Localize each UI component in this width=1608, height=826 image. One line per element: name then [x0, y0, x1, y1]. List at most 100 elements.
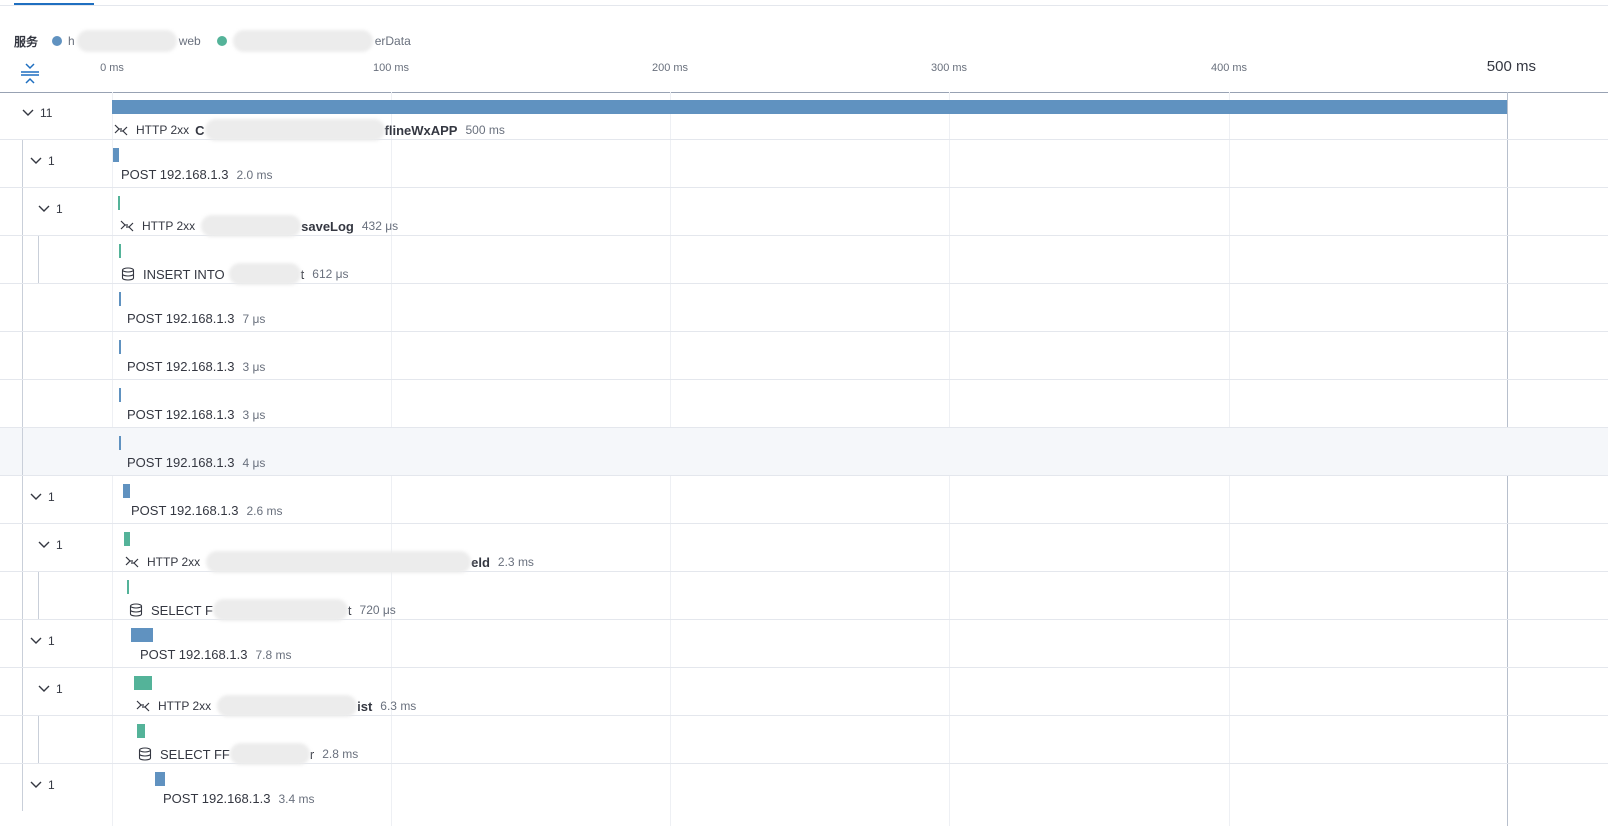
span-bar[interactable] — [119, 436, 121, 450]
span-row[interactable]: 1 POST 192.168.1.3 3.4 ms — [0, 764, 1608, 811]
collapse-all-button[interactable] — [18, 62, 42, 84]
active-tab-indicator[interactable] — [14, 3, 94, 5]
span-toggle[interactable]: 1 — [38, 538, 63, 552]
span-name: POST 192.168.1.3 — [127, 455, 235, 470]
span-row[interactable]: SELECT F t 720 μs — [0, 572, 1608, 621]
span-row[interactable]: POST 192.168.1.3 4 μs — [0, 428, 1608, 476]
span-name-end: t — [347, 602, 352, 618]
legend-service-a-prefix: h — [68, 34, 75, 48]
span-name-start: SELECT F — [151, 602, 213, 618]
span-row[interactable]: 1 HTTP 2xx eld 2.3 ms — [0, 524, 1608, 573]
span-row[interactable]: 11 HTTP 2xx C flineWxAPP 500 ms — [0, 92, 1608, 141]
chevron-down-icon — [30, 157, 42, 164]
span-label: POST 192.168.1.3 4 μs — [127, 455, 265, 470]
span-bar[interactable] — [124, 532, 130, 546]
indent-guide — [22, 716, 23, 763]
span-label: POST 192.168.1.3 7.8 ms — [140, 647, 291, 662]
span-duration: 7.8 ms — [255, 647, 292, 662]
span-name: POST 192.168.1.3 — [127, 407, 235, 422]
axis-end-label: 500 ms — [1486, 58, 1536, 75]
span-toggle[interactable]: 1 — [30, 490, 55, 504]
span-duration: 2.3 ms — [497, 555, 534, 569]
child-count: 1 — [48, 490, 55, 504]
axis-tick-200: 200 ms — [651, 62, 689, 74]
span-toggle[interactable]: 1 — [38, 202, 63, 216]
span-bar[interactable] — [113, 148, 119, 162]
span-bar[interactable] — [155, 772, 165, 786]
span-row[interactable]: INSERT INTO t 612 μs — [0, 236, 1608, 285]
http-status: HTTP 2xx — [158, 699, 212, 713]
service-b-dot — [216, 36, 227, 46]
span-bar[interactable] — [137, 724, 145, 738]
span-toggle[interactable]: 1 — [30, 778, 55, 792]
indent-guide — [22, 380, 23, 427]
span-name-start: SELECT FF — [160, 746, 230, 762]
span-toggle[interactable]: 11 — [22, 106, 52, 120]
span-duration: 720 μs — [359, 603, 396, 617]
child-count: 1 — [56, 202, 63, 216]
span-bar[interactable] — [119, 388, 121, 402]
span-toggle[interactable]: 1 — [38, 682, 63, 696]
span-row[interactable]: 1 HTTP 2xx ist 6.3 ms — [0, 668, 1608, 717]
span-bar[interactable] — [119, 340, 121, 354]
span-row[interactable]: 1 HTTP 2xx saveLog 432 μs — [0, 188, 1608, 237]
redacted-mask — [206, 551, 472, 573]
span-name-start: INSERT INTO — [143, 266, 225, 282]
span-duration: 7 μs — [242, 311, 266, 326]
span-bar[interactable] — [118, 196, 120, 210]
waterfall: 11 HTTP 2xx C flineWxAPP 500 ms 1 POST 1… — [0, 92, 1608, 811]
timeline-axis: 0 ms 100 ms 200 ms 300 ms 400 ms 500 ms — [0, 56, 1608, 93]
legend-service-a-suffix: web — [178, 34, 201, 48]
child-count: 1 — [48, 778, 55, 792]
span-duration: 3 μs — [242, 359, 266, 374]
redacted-mask — [229, 743, 310, 765]
span-name-end: r — [309, 746, 315, 762]
span-label: HTTP 2xx ist 6.3 ms — [136, 695, 416, 717]
legend-service-b-suffix: erData — [374, 34, 411, 48]
chevron-down-icon — [22, 109, 34, 116]
redacted-mask — [212, 599, 348, 621]
span-bar[interactable] — [134, 676, 152, 690]
span-row[interactable]: POST 192.168.1.3 7 μs — [0, 284, 1608, 332]
span-row[interactable]: 1 POST 192.168.1.3 7.8 ms — [0, 620, 1608, 668]
span-name-start: C — [195, 122, 205, 138]
span-duration: 3.4 ms — [278, 791, 315, 806]
span-row[interactable]: SELECT FF r 2.8 ms — [0, 716, 1608, 765]
span-row[interactable]: POST 192.168.1.3 3 μs — [0, 380, 1608, 428]
http-status: HTTP 2xx — [136, 123, 190, 137]
span-bar[interactable] — [112, 100, 1507, 114]
span-row[interactable]: 1 POST 192.168.1.3 2.0 ms — [0, 140, 1608, 188]
span-toggle[interactable]: 1 — [30, 634, 55, 648]
http-exit-icon — [120, 220, 134, 232]
indent-guide — [22, 428, 23, 475]
span-name-end: ist — [357, 698, 373, 714]
span-bar[interactable] — [123, 484, 130, 498]
indent-guide — [22, 524, 23, 571]
span-duration: 2.6 ms — [246, 503, 283, 518]
span-name-end: flineWxAPP — [384, 122, 458, 138]
span-row[interactable]: 1 POST 192.168.1.3 2.6 ms — [0, 476, 1608, 524]
span-toggle[interactable]: 1 — [30, 154, 55, 168]
span-bar[interactable] — [127, 580, 129, 594]
chevron-down-icon — [38, 205, 50, 212]
redacted-mask — [228, 263, 301, 285]
span-name: POST 192.168.1.3 — [121, 167, 229, 182]
span-bar[interactable] — [119, 292, 121, 306]
service-a-dot — [52, 36, 63, 46]
http-status: HTTP 2xx — [142, 219, 196, 233]
span-row[interactable]: POST 192.168.1.3 3 μs — [0, 332, 1608, 380]
span-label: INSERT INTO t 612 μs — [121, 263, 349, 285]
indent-guide — [22, 620, 23, 667]
child-count: 11 — [40, 106, 53, 120]
span-bar[interactable] — [131, 628, 153, 642]
span-bar[interactable] — [119, 244, 121, 258]
span-label: POST 192.168.1.3 3 μs — [127, 359, 265, 374]
span-label: SELECT F t 720 μs — [129, 599, 396, 621]
child-count: 1 — [56, 538, 63, 552]
span-duration: 4 μs — [242, 455, 266, 470]
http-exit-icon — [136, 700, 150, 712]
database-icon — [121, 267, 135, 281]
span-label: POST 192.168.1.3 2.6 ms — [131, 503, 282, 518]
indent-guide — [22, 188, 23, 235]
http-status: HTTP 2xx — [147, 555, 201, 569]
